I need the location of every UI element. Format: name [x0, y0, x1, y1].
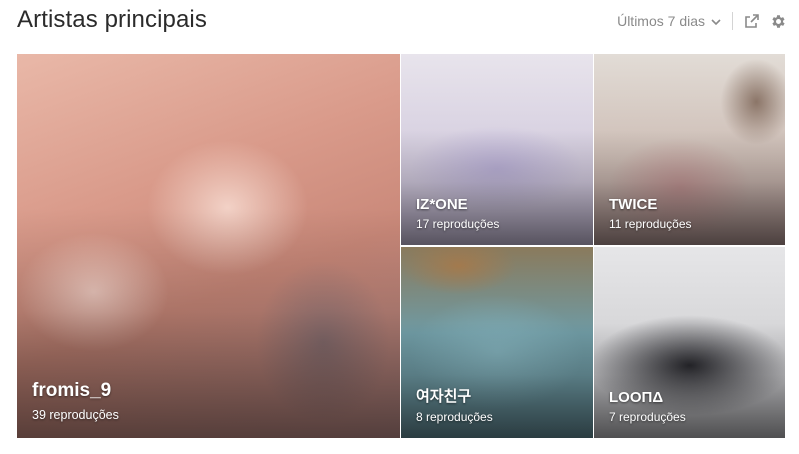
chevron-down-icon — [710, 15, 722, 27]
artist-label: TWICE 11 reproduções — [609, 196, 692, 231]
artist-name[interactable]: 여자친구 — [416, 385, 493, 406]
divider — [732, 12, 733, 30]
artist-plays: 7 reproduções — [609, 410, 686, 424]
page-title: Artistas principais — [17, 6, 207, 33]
artist-plays: 39 reproduções — [32, 408, 119, 422]
artist-name[interactable]: IZ*ONE — [416, 196, 499, 213]
artist-plays: 8 reproduções — [416, 410, 493, 424]
artist-label: IZ*ONE 17 reproduções — [416, 196, 499, 231]
header-controls: Últimos 7 dias — [617, 10, 787, 32]
artist-tile[interactable]: 여자친구 8 reproduções — [401, 247, 593, 438]
share-icon[interactable] — [743, 12, 761, 30]
gear-icon[interactable] — [769, 12, 787, 30]
artist-label: LOOΠΔ 7 reproduções — [609, 389, 686, 424]
artist-label: fromis_9 39 reproduções — [32, 380, 119, 422]
artist-tile[interactable]: fromis_9 39 reproduções — [17, 54, 400, 438]
header: Artistas principais Últimos 7 dias — [0, 0, 799, 50]
artist-label: 여자친구 8 reproduções — [416, 385, 493, 424]
artist-name[interactable]: TWICE — [609, 196, 692, 213]
artist-plays: 11 reproduções — [609, 217, 692, 231]
artist-tile[interactable]: TWICE 11 reproduções — [594, 54, 785, 245]
artist-name[interactable]: LOOΠΔ — [609, 389, 686, 406]
date-range-label: Últimos 7 dias — [617, 13, 705, 29]
date-range-dropdown[interactable]: Últimos 7 dias — [617, 13, 722, 29]
artist-name[interactable]: fromis_9 — [32, 380, 119, 402]
artist-plays: 17 reproduções — [416, 217, 500, 231]
artist-tile[interactable]: IZ*ONE 17 reproduções — [401, 54, 593, 245]
top-artists-grid: fromis_9 39 reproduções IZ*ONE 17 reprod… — [17, 54, 785, 438]
artist-tile[interactable]: LOOΠΔ 7 reproduções — [594, 247, 785, 438]
